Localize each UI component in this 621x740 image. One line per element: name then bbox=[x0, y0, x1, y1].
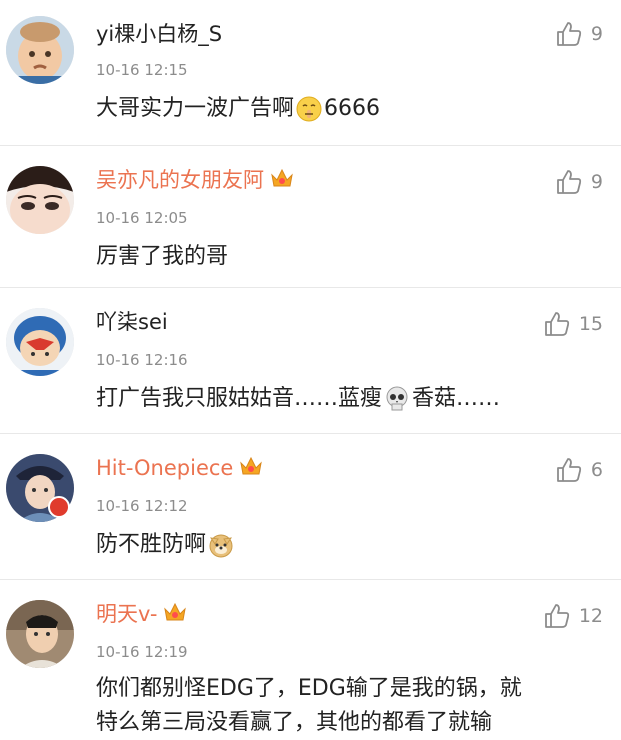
avatar[interactable] bbox=[6, 600, 74, 668]
avatar[interactable] bbox=[6, 166, 74, 234]
comment-item: Hit-Onepiece 10-16 12:12 防不胜防啊 6 bbox=[0, 434, 621, 580]
comment-text-part: 防不胜防啊 bbox=[96, 532, 207, 557]
comment-text: 大哥实力一波广告啊 6666 bbox=[96, 92, 380, 126]
crown-icon bbox=[239, 455, 263, 484]
like-button[interactable]: 6 bbox=[555, 456, 603, 484]
comment-time: 10-16 12:19 bbox=[96, 643, 188, 661]
username[interactable]: yi棵小白杨_S bbox=[96, 20, 222, 48]
thumbs-up-icon bbox=[557, 22, 582, 46]
comment-item: 明天v- 10-16 12:19 你们都别怪EDG了，EDG输了是我的锅，就 特… bbox=[0, 580, 621, 736]
like-button[interactable]: 12 bbox=[543, 602, 603, 630]
username[interactable]: 吴亦凡的女朋友阿 bbox=[96, 166, 294, 196]
username-text: 吴亦凡的女朋友阿 bbox=[96, 168, 264, 192]
comment-time: 10-16 12:05 bbox=[96, 209, 188, 227]
comment-list: yi棵小白杨_S 10-16 12:15 大哥实力一波广告啊 6666 9 吴亦凡… bbox=[0, 0, 621, 736]
comment-text-line2: 特么第三局没看赢了，其他的都看了就输 bbox=[96, 710, 493, 735]
username-text: 明天v- bbox=[96, 602, 158, 626]
skull-emoji bbox=[384, 386, 410, 412]
comment-time: 10-16 12:16 bbox=[96, 351, 188, 369]
comment-text-line1: 你们都别怪EDG了，EDG输了是我的锅，就 bbox=[96, 676, 522, 701]
like-count: 6 bbox=[590, 459, 603, 481]
comment-text: 防不胜防啊 bbox=[96, 528, 236, 562]
doge-emoji bbox=[208, 532, 234, 558]
username[interactable]: 明天v- bbox=[96, 600, 187, 630]
like-button[interactable]: 9 bbox=[555, 168, 603, 196]
avatar[interactable] bbox=[6, 16, 74, 84]
crown-icon bbox=[163, 601, 187, 630]
comment-text-part: 大哥实力一波广告啊 bbox=[96, 96, 295, 121]
thumbs-up-icon bbox=[557, 170, 582, 194]
crown-icon bbox=[270, 167, 294, 196]
comment-item: 吖柒sei 10-16 12:16 打广告我只服姑姑音……蓝瘦 香菇…… 15 bbox=[0, 288, 621, 434]
like-button[interactable]: 15 bbox=[543, 310, 603, 338]
like-count: 12 bbox=[578, 605, 603, 627]
username[interactable]: 吖柒sei bbox=[96, 308, 168, 336]
thumbs-up-icon bbox=[557, 458, 582, 482]
comment-text: 打广告我只服姑姑音……蓝瘦 香菇…… bbox=[96, 382, 500, 416]
comment-time: 10-16 12:12 bbox=[96, 497, 188, 515]
like-count: 15 bbox=[578, 313, 603, 335]
like-count: 9 bbox=[590, 23, 603, 45]
username-text: Hit-Onepiece bbox=[96, 456, 234, 480]
comment-text-part: 打广告我只服姑姑音……蓝瘦 bbox=[96, 386, 383, 411]
thumbs-up-icon bbox=[544, 604, 569, 628]
username[interactable]: Hit-Onepiece bbox=[96, 454, 263, 484]
comment-text-part: 6666 bbox=[324, 96, 381, 121]
like-count: 9 bbox=[590, 171, 603, 193]
shush-face-emoji bbox=[296, 96, 322, 122]
comment-item: 吴亦凡的女朋友阿 10-16 12:05 厉害了我的哥 9 bbox=[0, 146, 621, 288]
verified-badge-icon bbox=[48, 496, 70, 518]
comment-text: 厉害了我的哥 bbox=[96, 244, 229, 269]
like-button[interactable]: 9 bbox=[555, 20, 603, 48]
comment-text-part: 香菇…… bbox=[412, 386, 501, 411]
comment-time: 10-16 12:15 bbox=[96, 61, 188, 79]
thumbs-up-icon bbox=[544, 312, 569, 336]
comment-item: yi棵小白杨_S 10-16 12:15 大哥实力一波广告啊 6666 9 bbox=[0, 0, 621, 146]
avatar[interactable] bbox=[6, 308, 74, 376]
